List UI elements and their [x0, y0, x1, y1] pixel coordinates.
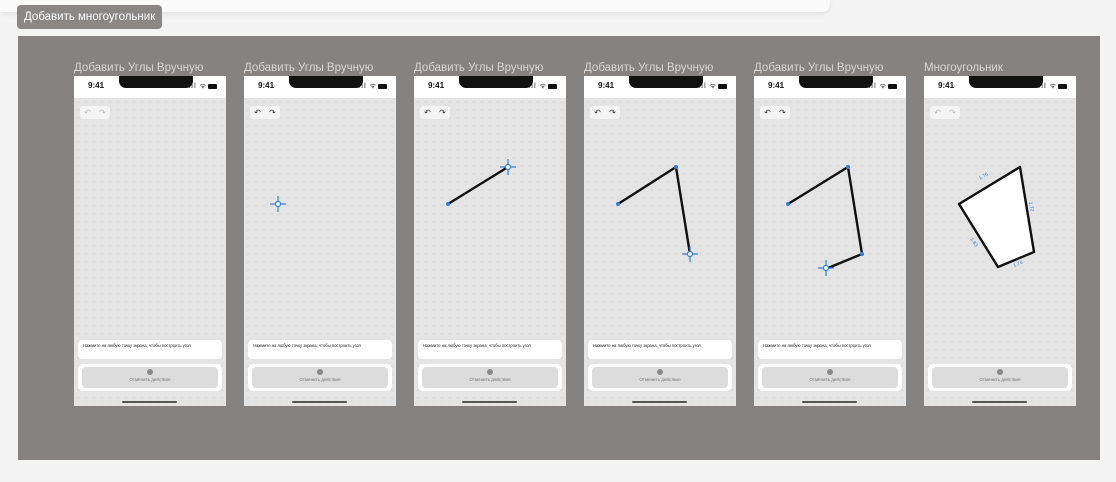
cancel-label: Отменить действие — [979, 377, 1021, 382]
phone-screen-2: 9:41 .ıl ᯤ ↶ ↷ Нажмите на любую точку экр… — [244, 76, 396, 406]
home-indicator — [802, 401, 857, 403]
move-cursor-icon[interactable] — [818, 260, 834, 276]
home-indicator — [122, 401, 177, 403]
move-cursor-icon[interactable] — [682, 246, 698, 262]
screen-title: Добавить Углы Вручную — [244, 62, 374, 74]
cancel-action-button[interactable]: Отменить действие — [252, 367, 388, 388]
home-indicator — [972, 401, 1027, 403]
phone-screen-5: 9:41 .ıl ᯤ ↶ ↷ Нажмите на любую точку экр… — [754, 76, 906, 406]
signal-wifi-battery-icon: .ıl ᯤ — [188, 82, 217, 91]
polygon-edge — [447, 165, 509, 206]
cancel-action-button[interactable]: Отменить действие — [932, 367, 1068, 388]
polygon-shape[interactable] — [957, 165, 1036, 269]
undo-icon[interactable]: ↶ — [84, 108, 91, 117]
phone-screen-1: 9:41 .ıl ᯤ ↶ ↷ Нажмите на любую точку экр… — [74, 76, 226, 406]
cancel-label: Отменить действие — [469, 377, 511, 382]
action-card: Отменить действие — [78, 364, 222, 391]
close-icon — [147, 369, 153, 375]
dot-grid — [74, 98, 226, 406]
cancel-action-button[interactable]: Отменить действие — [82, 367, 218, 388]
frame-label[interactable]: Добавить многоугольник — [17, 5, 163, 29]
phone-screen-6: 9:41 .ıl ᯤ ↶ ↷ 1.76 1.72 1.76 1.83 Отмени… — [924, 76, 1076, 406]
vertex-point[interactable] — [616, 202, 620, 206]
vertex-point[interactable] — [674, 165, 678, 169]
action-card: Отменить действие — [758, 364, 902, 391]
close-icon — [487, 369, 493, 375]
vertex-point[interactable] — [446, 202, 450, 206]
cancel-label: Отменить действие — [639, 377, 681, 382]
screen-title: Добавить Углы Вручную — [74, 62, 204, 74]
phone-screen-3: 9:41 .ıl ᯤ ↶ ↷ Нажмите на любую точку экр… — [414, 76, 566, 406]
screen-title: Добавить Углы Вручную — [414, 62, 544, 74]
action-card: Отменить действие — [588, 364, 732, 391]
hint-card: Нажмите на любую точку экрана, чтобы пос… — [588, 340, 732, 359]
action-card: Отменить действие — [928, 364, 1072, 391]
cancel-action-button[interactable]: Отменить действие — [762, 367, 898, 388]
notch — [119, 76, 193, 88]
hint-card: Нажмите на любую точку экрана, чтобы пос… — [418, 340, 562, 359]
screen-title: Многоугольник — [924, 62, 1003, 74]
drawing-layer[interactable]: 1.76 1.72 1.76 1.83 — [924, 76, 1076, 406]
home-indicator — [462, 401, 517, 403]
phone-screen-4: 9:41 .ıl ᯤ ↶ ↷ Нажмите на любую точку экр… — [584, 76, 736, 406]
close-icon — [657, 369, 663, 375]
cancel-label: Отменить действие — [129, 377, 171, 382]
hint-card: Нажмите на любую точку экрана, чтобы пос… — [78, 340, 222, 359]
vertex-point[interactable] — [860, 252, 864, 256]
close-icon — [997, 369, 1003, 375]
close-icon — [317, 369, 323, 375]
cancel-action-button[interactable]: Отменить действие — [592, 367, 728, 388]
cancel-label: Отменить действие — [299, 377, 341, 382]
screen-title: Добавить Углы Вручную — [584, 62, 714, 74]
vertex-point[interactable] — [786, 202, 790, 206]
action-card: Отменить действие — [248, 364, 392, 391]
polygon-edges — [617, 165, 692, 255]
home-indicator — [292, 401, 347, 403]
close-icon — [827, 369, 833, 375]
undo-redo-control[interactable]: ↶ ↷ — [80, 106, 110, 119]
cancel-label: Отменить действие — [809, 377, 851, 382]
move-cursor-icon[interactable] — [270, 196, 286, 212]
home-indicator — [632, 401, 687, 403]
edge-label: 1.76 — [978, 171, 990, 181]
edge-label: 1.83 — [968, 237, 979, 249]
status-time: 9:41 — [88, 81, 105, 90]
polygon-edges — [787, 165, 864, 270]
screen-title: Добавить Углы Вручную — [754, 62, 884, 74]
hint-card: Нажмите на любую точку экрана, чтобы пос… — [758, 340, 902, 359]
action-card: Отменить действие — [418, 364, 562, 391]
hint-card: Нажмите на любую точку экрана, чтобы пос… — [248, 340, 392, 359]
status-bar: 9:41 .ıl ᯤ — [74, 76, 226, 98]
redo-icon[interactable]: ↷ — [99, 108, 106, 117]
move-cursor-icon[interactable] — [500, 159, 516, 175]
vertex-point[interactable] — [846, 165, 850, 169]
cancel-action-button[interactable]: Отменить действие — [422, 367, 558, 388]
